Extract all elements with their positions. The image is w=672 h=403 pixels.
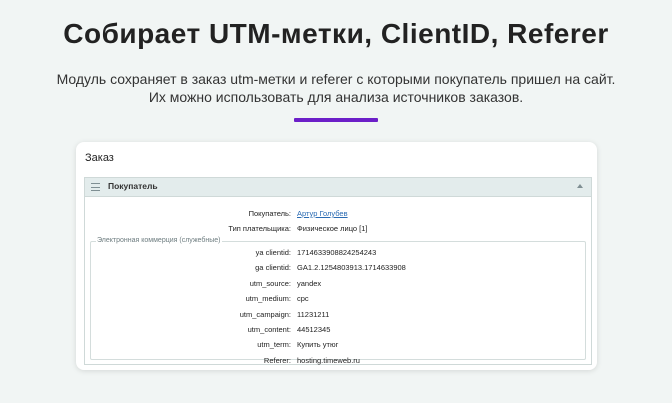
field-value: Купить утюг <box>297 340 339 350</box>
field-row-payer-type: Тип плательщика: Физическое лицо [1] <box>85 221 591 236</box>
ecommerce-rows: ya clientid: 1714633908824254243 ga clie… <box>85 245 591 368</box>
field-row-utm-term: utm_term: Купить утюг <box>85 337 591 352</box>
field-label: utm_medium: <box>245 294 291 304</box>
field-row-utm-medium: utm_medium: cpc <box>85 291 591 306</box>
hero-subtitle-line-2: Их можно использовать для анализа источн… <box>148 89 524 105</box>
field-label: ga clientid: <box>255 263 291 273</box>
field-row-buyer: Покупатель: Артур Голубев <box>85 206 591 221</box>
hero-title: Собирает UTM-метки, ClientID, Referer <box>63 18 609 49</box>
field-value: 11231211 <box>297 309 330 319</box>
hero-subtitle-line-1: Модуль сохраняет в заказ utm-метки и ref… <box>56 71 616 87</box>
hero-subtitle: Модуль сохраняет в заказ utm-метки и ref… <box>0 70 672 106</box>
field-value: 1714633908824254243 <box>297 248 377 257</box>
field-value: 44512345 <box>297 324 331 334</box>
order-card: Заказ Покупатель Покупатель: Артур Голуб… <box>76 142 597 370</box>
field-value: yandex <box>297 278 322 288</box>
field-label: utm_term: <box>257 340 291 350</box>
hamburger-menu-icon[interactable] <box>91 183 100 191</box>
field-label: ya clientid: <box>255 248 291 257</box>
field-row-ya-clientid: ya clientid: 1714633908824254243 <box>85 245 591 260</box>
field-row-utm-campaign: utm_campaign: 11231211 <box>85 307 591 322</box>
field-value: cpc <box>297 294 309 304</box>
field-label: utm_campaign: <box>239 309 291 319</box>
buyer-panel-title: Покупатель <box>108 181 158 191</box>
field-label: utm_content: <box>247 324 291 334</box>
field-label: utm_source: <box>249 278 291 288</box>
field-value: hosting.timeweb.ru <box>297 355 360 365</box>
field-row-utm-content: utm_content: 44512345 <box>85 322 591 337</box>
field-value: Физическое лицо [1] <box>297 224 368 233</box>
buyer-panel-header[interactable]: Покупатель <box>85 178 591 197</box>
buyer-panel: Покупатель Покупатель: Артур Голубев Тип… <box>84 177 592 365</box>
buyer-fields: Покупатель: Артур Голубев Тип плательщик… <box>85 206 591 236</box>
field-label: Покупатель: <box>248 209 291 218</box>
order-card-title: Заказ <box>85 152 114 164</box>
field-value: GA1.2.1254803913.1714633908 <box>297 263 406 273</box>
accent-divider <box>294 118 378 122</box>
field-row-referer: Referer: hosting.timeweb.ru <box>85 353 591 368</box>
chevron-up-icon[interactable] <box>577 184 583 188</box>
buyer-name-link[interactable]: Артур Голубев <box>297 206 348 221</box>
field-label: Referer: <box>263 355 291 365</box>
field-row-utm-source: utm_source: yandex <box>85 276 591 291</box>
field-row-ga-clientid: ga clientid: GA1.2.1254803913.1714633908 <box>85 260 591 275</box>
field-label: Тип плательщика: <box>228 224 291 233</box>
ecommerce-fieldset: Электронная коммерция (служебные) ya cli… <box>90 236 586 365</box>
